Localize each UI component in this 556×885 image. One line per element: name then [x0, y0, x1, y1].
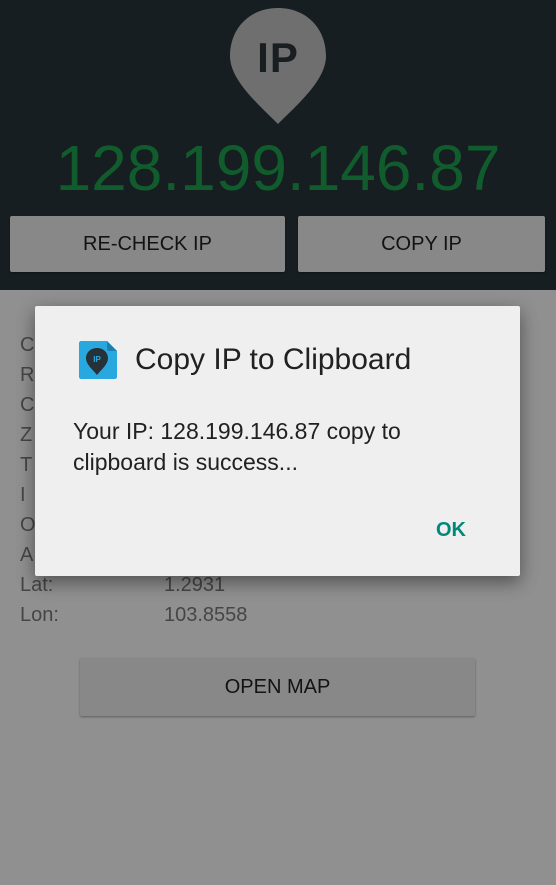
dialog-title: Copy IP to Clipboard — [135, 343, 412, 376]
app-icon: IP — [77, 339, 119, 381]
dialog-message: Your IP: 128.199.146.87 copy to clipboar… — [73, 418, 401, 475]
app-icon-label: IP — [93, 355, 101, 364]
screen: IP 128.199.146.87 RE-CHECK IP COPY IP C … — [0, 0, 556, 885]
copy-ip-dialog: IP Copy IP to Clipboard Your IP: 128.199… — [35, 306, 520, 576]
ok-button[interactable]: OK — [425, 510, 477, 550]
